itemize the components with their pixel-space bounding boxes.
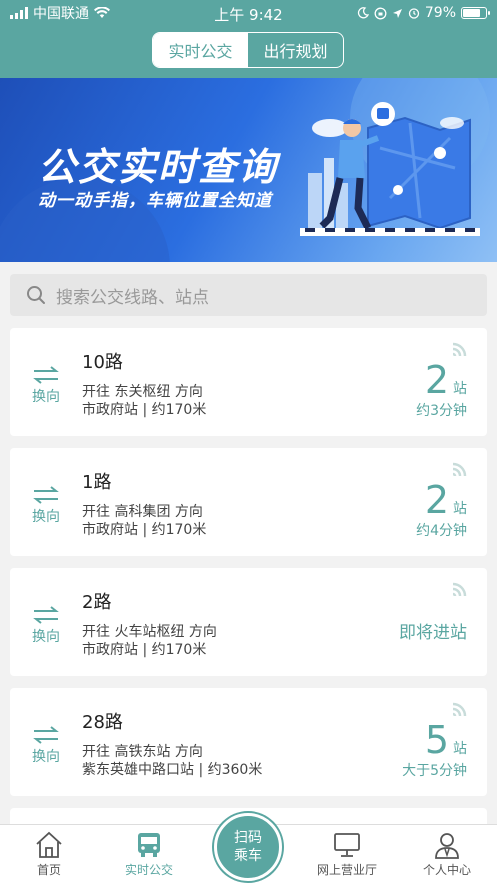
location-icon — [392, 8, 402, 18]
signal-icon — [10, 7, 28, 19]
route-card-10[interactable]: 换向 10路 开往 东关枢纽 方向 市政府站 | 约170米 2站 约3分钟 — [10, 328, 487, 436]
search-icon — [27, 286, 45, 304]
carrier-name: 中国联通 — [33, 6, 89, 22]
route-direction: 开往 火车站枢纽 方向 — [82, 624, 217, 640]
home-icon — [36, 831, 62, 858]
route-card-1[interactable]: 换向 1路 开往 高科集团 方向 市政府站 | 约170米 2站 约4分钟 — [10, 448, 487, 556]
switch-label: 换向 — [32, 749, 60, 765]
tab-realtime[interactable]: 实时公交 — [104, 831, 194, 878]
eta-text: 大于5分钟 — [402, 763, 467, 779]
user-icon — [435, 833, 459, 859]
moon-icon — [357, 7, 369, 19]
route-stop: 市政府站 | 约170米 — [82, 642, 207, 658]
search-placeholder: 搜索公交线路、站点 — [56, 287, 209, 308]
switch-direction-button[interactable]: 换向 — [30, 726, 62, 766]
route-direction: 开往 高科集团 方向 — [82, 504, 203, 520]
route-card-28[interactable]: 换向 28路 开往 高铁东站 方向 紫东英雄中路口站 | 约360米 5站 大于… — [10, 688, 487, 796]
status-time: 上午 9:42 — [214, 6, 283, 24]
battery-icon — [461, 7, 490, 19]
swap-arrows-icon — [33, 366, 59, 384]
rotation-lock-icon — [374, 7, 387, 19]
mode-segment-control: 实时公交 出行规划 — [152, 32, 344, 68]
route-name: 10路 — [82, 352, 123, 373]
route-name: 1路 — [82, 472, 112, 493]
realtime-signal-icon — [452, 582, 467, 596]
swap-arrows-icon — [33, 486, 59, 504]
banner-subtitle: 动一动手指，车辆位置全知道 — [38, 191, 272, 211]
switch-direction-button[interactable]: 换向 — [30, 486, 62, 526]
alarm-icon — [408, 8, 420, 19]
route-name: 28路 — [82, 712, 123, 733]
stops-away: 2站 — [424, 478, 467, 522]
stops-away: 2站 — [424, 358, 467, 402]
switch-direction-button[interactable]: 换向 — [30, 366, 62, 406]
tab-realtime-bus[interactable]: 实时公交 — [153, 33, 248, 67]
route-stop: 市政府站 | 约170米 — [82, 402, 207, 418]
promo-banner[interactable]: 公交实时查询 动一动手指，车辆位置全知道 — [0, 78, 497, 262]
realtime-signal-icon — [452, 702, 467, 716]
route-name: 2路 — [82, 592, 112, 613]
bottom-tab-bar: 首页 实时公交 扫码 乘车 网上营业厅 个人中心 — [0, 813, 497, 883]
swap-arrows-icon — [33, 726, 59, 744]
switch-direction-button[interactable]: 换向 — [30, 606, 62, 646]
tab-trip-planning[interactable]: 出行规划 — [248, 33, 343, 67]
search-input[interactable]: 搜索公交线路、站点 — [10, 274, 487, 316]
switch-label: 换向 — [32, 629, 60, 645]
swap-arrows-icon — [33, 606, 59, 624]
eta-text: 约4分钟 — [416, 523, 467, 539]
arrival-status: 即将进站 — [399, 623, 467, 643]
monitor-icon — [334, 833, 360, 857]
route-card-2[interactable]: 换向 2路 开往 火车站枢纽 方向 市政府站 | 约170米 即将进站 — [10, 568, 487, 676]
realtime-signal-icon — [452, 462, 467, 476]
battery-percent: 79% — [424, 5, 456, 21]
tab-profile[interactable]: 个人中心 — [402, 831, 492, 878]
stops-away: 5站 — [424, 718, 467, 762]
header-bar: 中国联通 上午 9:42 79% 实时公交 出行规划 — [0, 0, 497, 78]
route-direction: 开往 东关枢纽 方向 — [82, 384, 203, 400]
switch-label: 换向 — [32, 509, 60, 525]
tab-online-hall[interactable]: 网上营业厅 — [302, 831, 392, 878]
switch-label: 换向 — [32, 389, 60, 405]
bus-icon — [138, 833, 160, 857]
wifi-icon — [94, 7, 110, 18]
route-direction: 开往 高铁东站 方向 — [82, 744, 203, 760]
status-bar: 中国联通 上午 9:42 79% — [0, 0, 497, 26]
scan-to-ride-button[interactable]: 扫码 乘车 — [214, 813, 282, 881]
scan-label-line1: 扫码 — [234, 830, 262, 846]
banner-title: 公交实时查询 — [38, 145, 279, 189]
eta-text: 约3分钟 — [416, 403, 467, 419]
realtime-signal-icon — [452, 342, 467, 356]
route-stop: 紫东英雄中路口站 | 约360米 — [82, 762, 263, 778]
tab-home[interactable]: 首页 — [4, 831, 94, 878]
route-stop: 市政府站 | 约170米 — [82, 522, 207, 538]
scan-label-line2: 乘车 — [234, 848, 262, 864]
